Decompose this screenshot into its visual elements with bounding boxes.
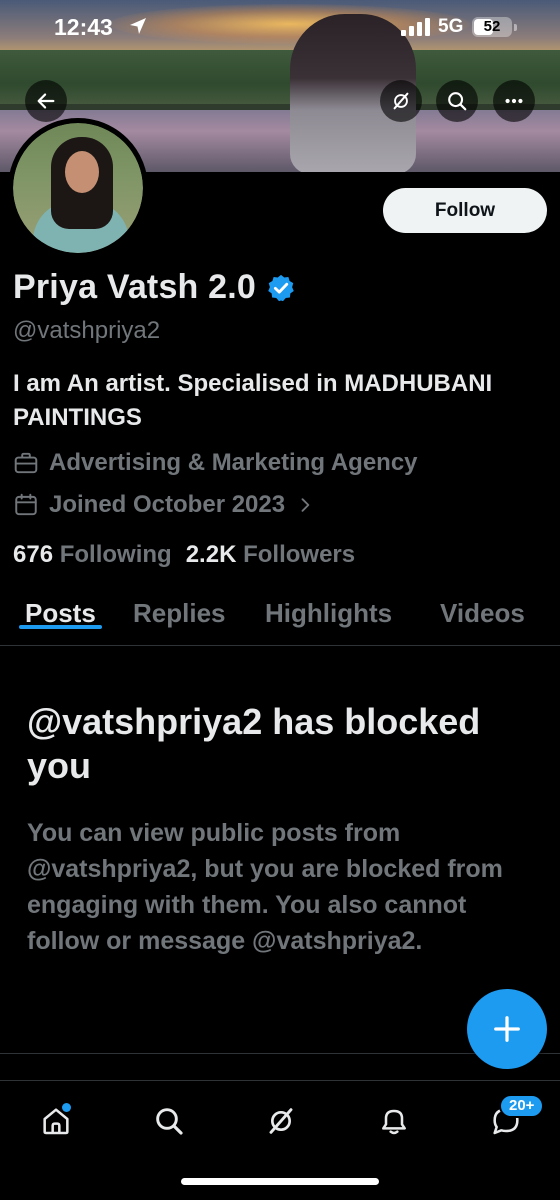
messages-badge: 20+ xyxy=(499,1094,545,1118)
tab-highlights[interactable]: Highlights xyxy=(265,588,392,629)
category-text: Advertising & Marketing Agency xyxy=(49,449,418,476)
tab-label: Videos xyxy=(440,598,525,628)
profile-handle: @vatshpriya2 xyxy=(13,317,161,344)
nav-grok[interactable] xyxy=(259,1099,303,1143)
arrow-left-icon xyxy=(37,93,55,109)
grok-button[interactable] xyxy=(380,80,422,122)
tab-posts[interactable]: Posts xyxy=(19,588,102,629)
avatar-face xyxy=(65,151,99,193)
nav-home[interactable] xyxy=(34,1099,78,1143)
status-bar: 12:43 5G 52 xyxy=(0,0,560,58)
follow-button[interactable]: Follow xyxy=(383,188,547,233)
nav-notifications[interactable] xyxy=(372,1099,416,1143)
followers-count: 2.2K xyxy=(185,541,237,568)
status-time: 12:43 xyxy=(54,14,113,40)
followers-link[interactable]: 2.2K Followers xyxy=(186,541,355,569)
blocked-description: You can view public posts from @vatshpri… xyxy=(27,819,503,955)
battery-icon: 52 xyxy=(472,17,512,37)
nav-search[interactable] xyxy=(147,1099,191,1143)
location-arrow-icon xyxy=(130,18,146,34)
search-button[interactable] xyxy=(436,80,478,122)
home-indicator[interactable] xyxy=(181,1178,379,1185)
joined-date-row[interactable]: Joined October 2023 xyxy=(13,491,315,519)
search-icon xyxy=(448,92,467,111)
battery-level: 52 xyxy=(483,18,501,35)
profile-category: Advertising & Marketing Agency xyxy=(13,449,418,477)
grok-icon xyxy=(269,1108,293,1134)
profile-bio: I am An artist. Specialised in MADHUBANI… xyxy=(13,370,493,431)
following-count: 676 xyxy=(13,541,54,568)
home-notification-dot xyxy=(62,1103,71,1112)
avatar[interactable] xyxy=(8,118,148,258)
plus-icon xyxy=(494,1016,520,1042)
tab-label: Replies xyxy=(133,598,226,628)
chevron-right-icon xyxy=(301,498,310,512)
avatar-photo xyxy=(13,123,143,253)
active-tab-indicator xyxy=(19,625,102,629)
tab-videos[interactable]: Videos xyxy=(440,588,525,629)
followers-label: Followers xyxy=(243,541,356,568)
tab-label: Posts xyxy=(25,598,96,628)
battery-tip xyxy=(514,24,517,31)
search-icon xyxy=(156,1108,183,1135)
profile-tabs: Posts Replies Highlights Videos xyxy=(0,588,560,646)
back-button[interactable] xyxy=(25,80,67,122)
calendar-icon xyxy=(15,493,37,516)
following-link[interactable]: 676 Following xyxy=(13,541,172,569)
tab-replies[interactable]: Replies xyxy=(133,588,226,629)
grok-icon xyxy=(393,92,409,110)
more-icon xyxy=(505,98,523,104)
compose-post-button[interactable] xyxy=(467,989,547,1069)
network-type: 5G xyxy=(438,16,464,37)
display-name: Priya Vatsh 2.0 xyxy=(13,268,257,306)
signal-icon xyxy=(401,18,430,36)
tab-label: Highlights xyxy=(265,598,393,628)
verified-badge-icon[interactable] xyxy=(266,273,296,303)
profile-name-row: Priya Vatsh 2.0 xyxy=(13,268,296,307)
joined-text: Joined October 2023 xyxy=(49,491,286,518)
following-label: Following xyxy=(59,541,172,568)
follow-stats: 676 Following 2.2K Followers xyxy=(13,541,355,569)
notifications-icon xyxy=(382,1109,406,1135)
more-button[interactable] xyxy=(493,80,535,122)
blocked-title: @vatshpriya2 has blocked you xyxy=(27,701,481,786)
briefcase-icon xyxy=(14,452,38,474)
